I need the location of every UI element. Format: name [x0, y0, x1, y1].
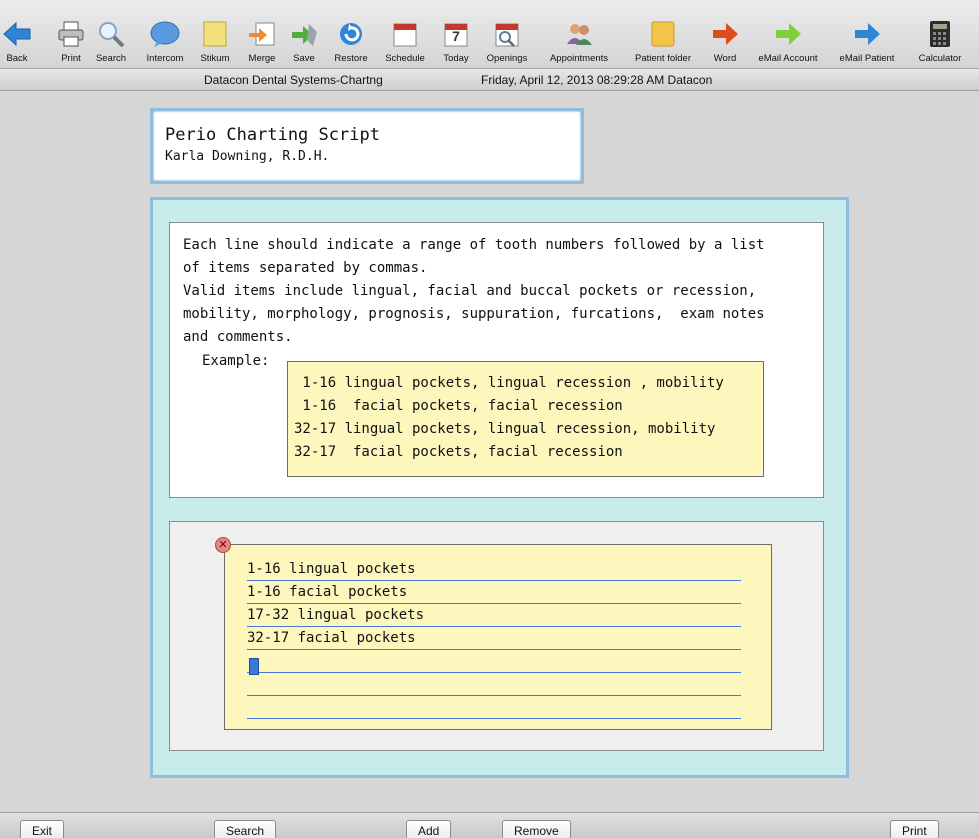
- instruction-line: and comments.: [183, 329, 293, 345]
- script-line[interactable]: 17-32 lingual pockets: [247, 604, 741, 627]
- restore-button[interactable]: Restore: [332, 18, 370, 66]
- status-app-name: Datacon Dental Systems-Chartng: [204, 73, 383, 87]
- example-label: Example:: [202, 353, 270, 369]
- save-icon: [287, 18, 321, 50]
- today-button[interactable]: 7 Today: [439, 18, 473, 66]
- openings-calendar-icon: [490, 18, 524, 50]
- sticky-note-icon: [198, 18, 232, 50]
- instruction-line: mobility, morphology, prognosis, suppura…: [183, 306, 765, 322]
- print-button[interactable]: Print: [56, 18, 86, 66]
- magnifier-icon: [94, 18, 128, 50]
- save-label: Save: [293, 53, 315, 64]
- today-day: 7: [452, 28, 460, 44]
- remove-button[interactable]: Remove: [502, 820, 571, 838]
- print-label: Print: [61, 53, 81, 64]
- script-line[interactable]: 1-16 lingual pockets: [247, 558, 741, 581]
- text-cursor: [249, 658, 259, 675]
- email-patient-button[interactable]: eMail Patient: [832, 18, 902, 66]
- restore-label: Restore: [334, 53, 368, 64]
- example-line: 1-16 facial pockets, facial recession: [294, 398, 623, 414]
- author-name: Karla Downing, R.D.H.: [165, 149, 330, 164]
- merge-button[interactable]: Merge: [244, 18, 280, 66]
- example-box: 1-16 lingual pockets, lingual recession …: [287, 361, 764, 477]
- merge-icon: [245, 18, 279, 50]
- toolbar: Back Print Search Intercom Stikum Merge …: [0, 0, 979, 69]
- bottom-bar: Exit Search Add Remove Print: [0, 812, 979, 838]
- today-label: Today: [443, 53, 469, 64]
- script-header: Perio Charting Script Karla Downing, R.D…: [150, 108, 584, 184]
- people-icon: [562, 18, 596, 50]
- email-account-button[interactable]: eMail Account: [751, 18, 825, 66]
- stikum-button[interactable]: Stikum: [196, 18, 234, 66]
- patient-folder-button[interactable]: Patient folder: [626, 18, 700, 66]
- calculator-icon: [923, 18, 957, 50]
- calculator-label: Calculator: [918, 53, 962, 64]
- intercom-label: Intercom: [146, 53, 184, 64]
- schedule-label: Schedule: [385, 53, 425, 64]
- stikum-label: Stikum: [200, 53, 230, 64]
- instruction-line: of items separated by commas.: [183, 260, 428, 276]
- instructions-box: Each line should indicate a range of too…: [169, 222, 824, 498]
- search-button[interactable]: Search: [94, 18, 128, 66]
- email-patient-label: eMail Patient: [839, 53, 895, 64]
- word-label: Word: [713, 53, 737, 64]
- today-calendar-icon: 7: [439, 18, 473, 50]
- app-window: Back Print Search Intercom Stikum Merge …: [0, 0, 979, 838]
- add-button[interactable]: Add: [406, 820, 452, 838]
- email-account-arrow-icon: [771, 18, 805, 50]
- search-bottom-button[interactable]: Search: [214, 820, 277, 838]
- back-label: Back: [6, 53, 28, 64]
- instruction-line: Valid items include lingual, facial and …: [183, 283, 757, 299]
- search-label: Search: [95, 53, 127, 64]
- openings-button[interactable]: Openings: [481, 18, 533, 66]
- instruction-line: Each line should indicate a range of too…: [183, 237, 765, 253]
- print-bottom-button[interactable]: Print: [890, 820, 939, 838]
- merge-label: Merge: [248, 53, 276, 64]
- printer-icon: [54, 18, 88, 50]
- script-line[interactable]: 1-16 facial pockets: [247, 581, 741, 604]
- appointments-button[interactable]: Appointments: [541, 18, 617, 66]
- word-button[interactable]: Word: [709, 18, 741, 66]
- patient-folder-label: Patient folder: [635, 53, 691, 64]
- script-line[interactable]: [247, 650, 741, 673]
- save-button[interactable]: Save: [288, 18, 320, 66]
- exit-button[interactable]: Exit: [20, 820, 65, 838]
- example-line: 32-17 lingual pockets, lingual recession…: [294, 421, 716, 437]
- restore-icon: [334, 18, 368, 50]
- intercom-button[interactable]: Intercom: [140, 18, 190, 66]
- script-text-editor[interactable]: 1-16 lingual pockets 1-16 facial pockets…: [224, 544, 772, 730]
- script-line[interactable]: [247, 673, 741, 696]
- script-entry-area: 1-16 lingual pockets 1-16 facial pockets…: [169, 521, 824, 751]
- script-line[interactable]: [247, 696, 741, 719]
- status-datetime: Friday, April 12, 2013 08:29:28 AM Datac…: [481, 73, 713, 87]
- status-bar: Datacon Dental Systems-Chartng Friday, A…: [0, 69, 979, 91]
- example-line: 1-16 lingual pockets, lingual recession …: [294, 375, 724, 391]
- example-line: 32-17 facial pockets, facial recession: [294, 444, 623, 460]
- close-note-icon[interactable]: ✕: [215, 537, 231, 553]
- calendar-icon: [388, 18, 422, 50]
- word-arrow-icon: [708, 18, 742, 50]
- appointments-label: Appointments: [549, 53, 609, 64]
- folder-icon: [646, 18, 680, 50]
- openings-label: Openings: [486, 53, 528, 64]
- email-account-label: eMail Account: [758, 53, 818, 64]
- speech-bubble-icon: [148, 18, 182, 50]
- script-line[interactable]: 32-17 facial pockets: [247, 627, 741, 650]
- back-arrow-icon: [0, 18, 34, 50]
- calculator-button[interactable]: Calculator: [909, 18, 971, 66]
- page-title: Perio Charting Script: [165, 125, 380, 145]
- schedule-button[interactable]: Schedule: [382, 18, 428, 66]
- back-button[interactable]: Back: [2, 18, 32, 66]
- email-patient-arrow-icon: [850, 18, 884, 50]
